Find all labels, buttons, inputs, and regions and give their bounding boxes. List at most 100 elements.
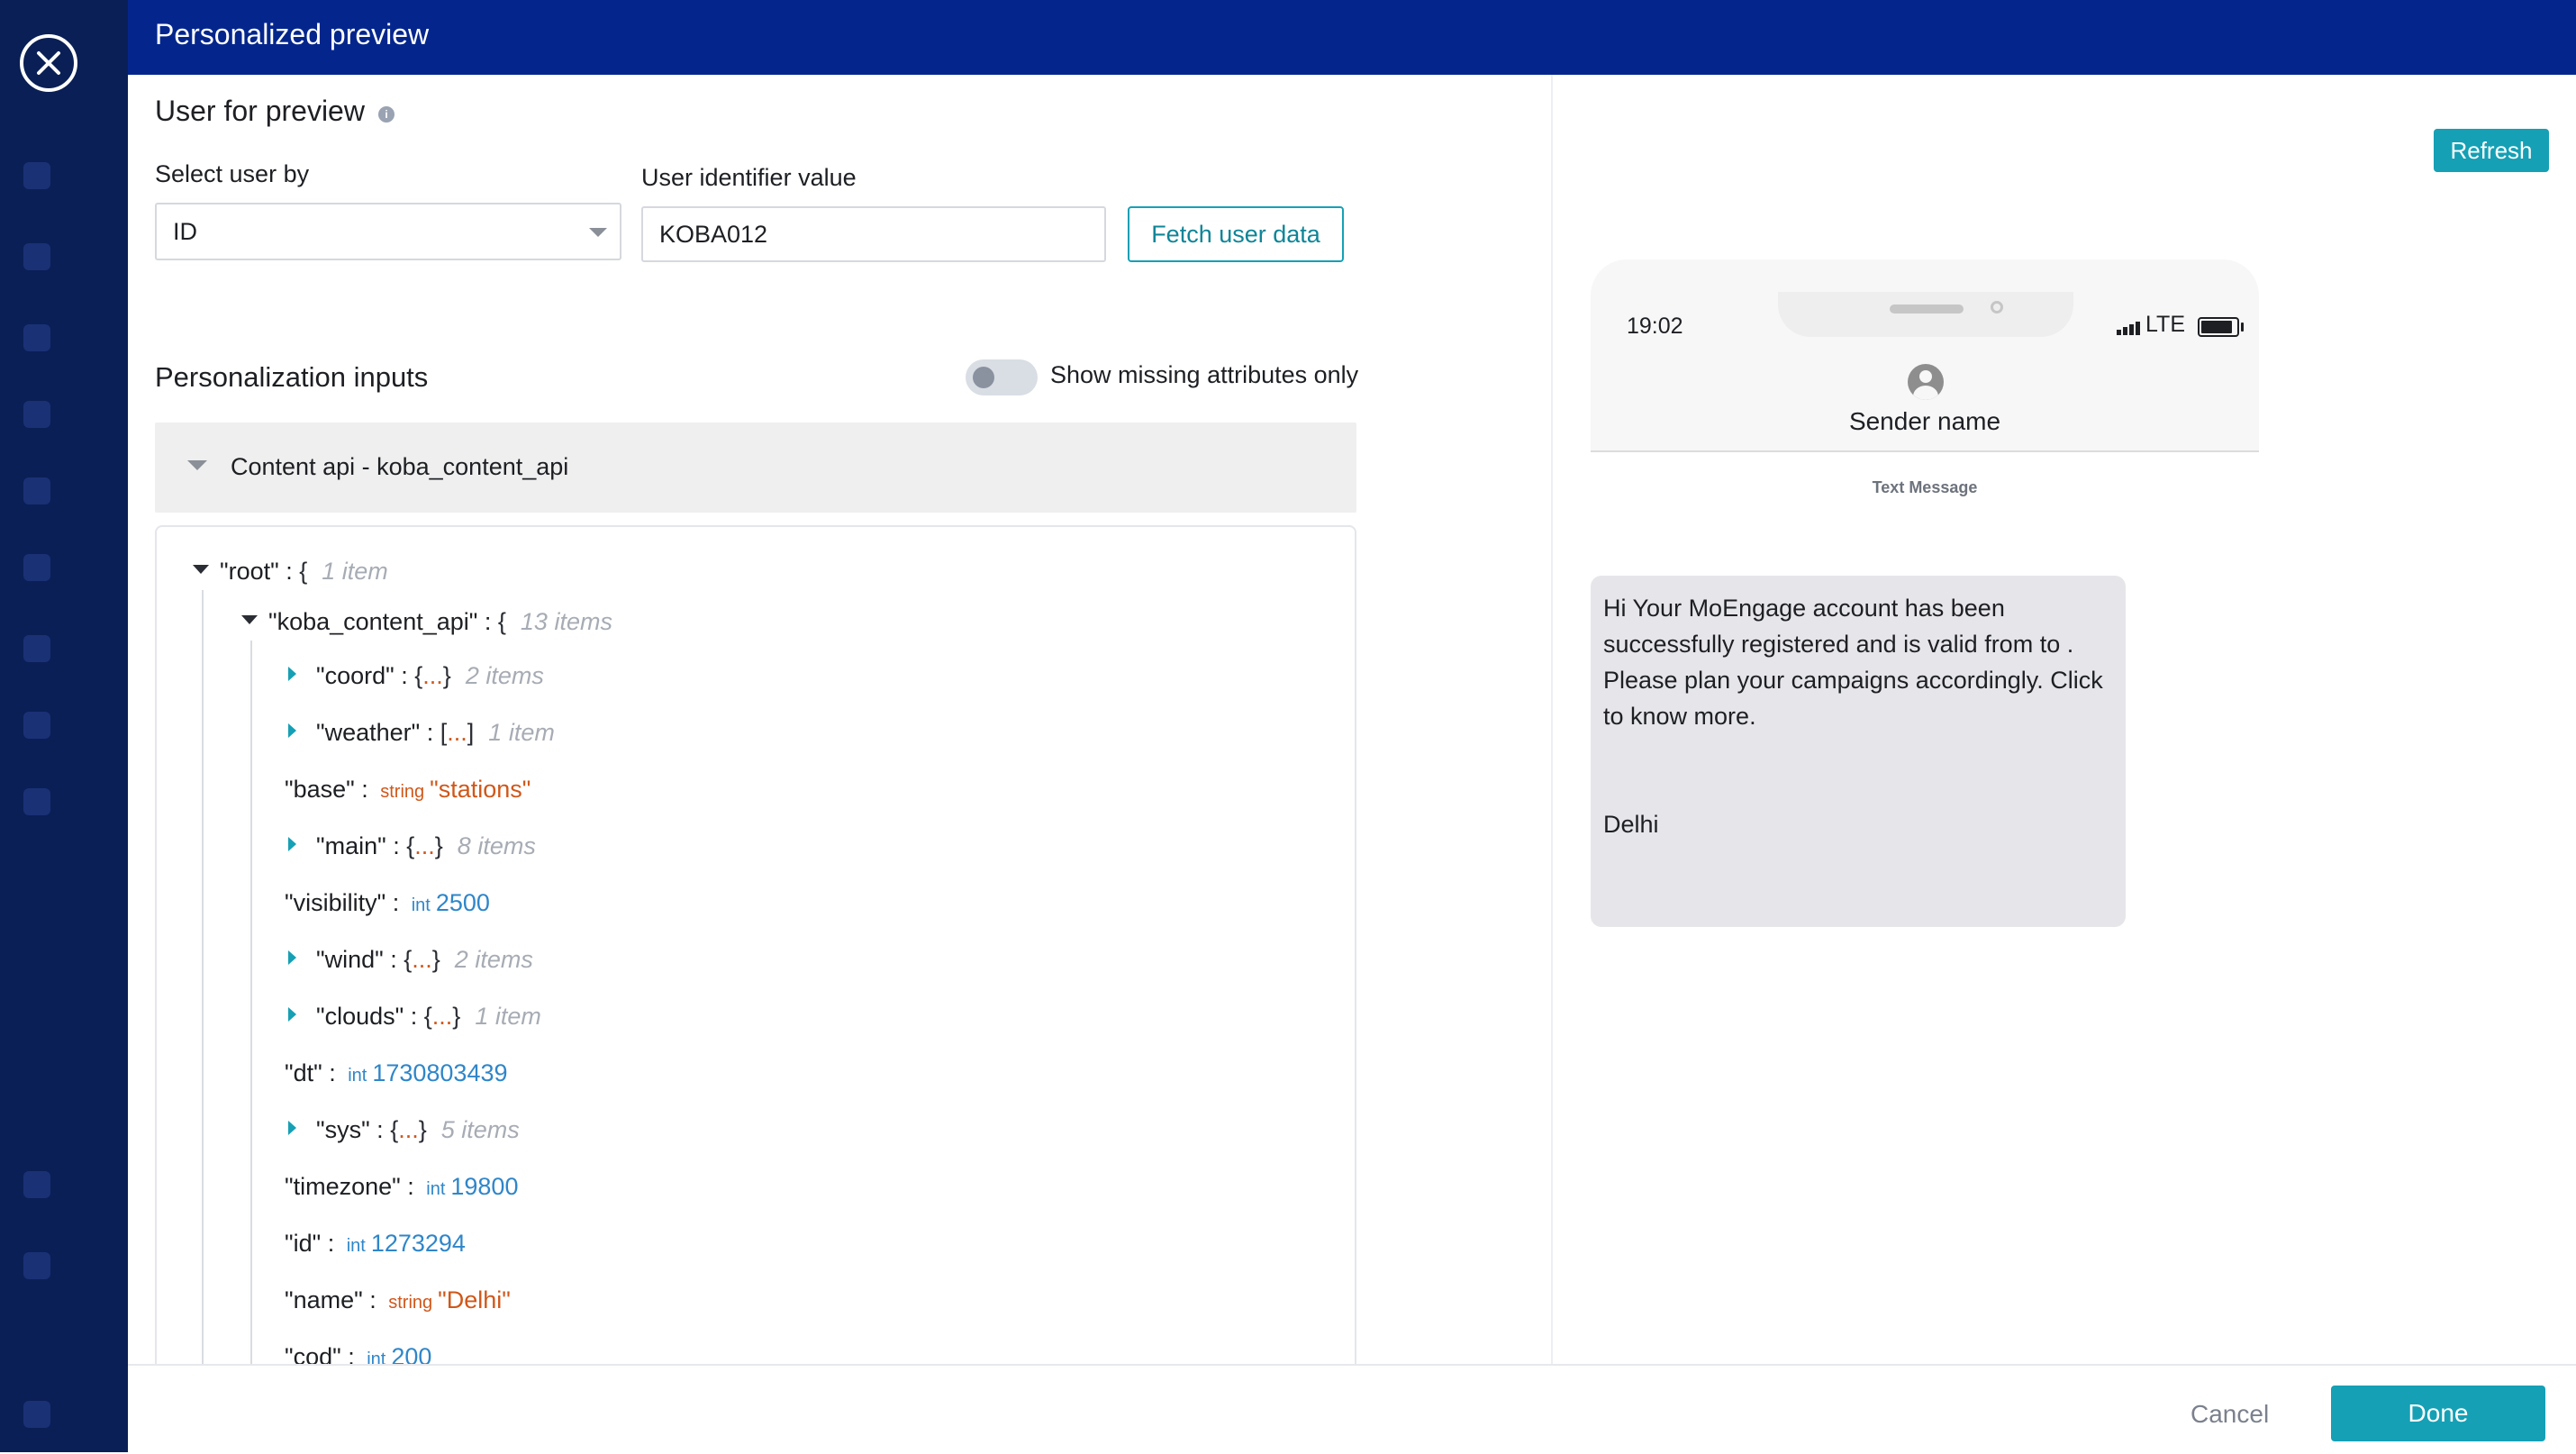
json-node-row: "name" : string "Delhi" (285, 1286, 511, 1313)
phone-mockup: 19:02 LTE Sender name (1591, 259, 2259, 452)
select-user-value: ID (173, 218, 197, 245)
json-node-row[interactable]: "coord" : {...} 2 items (288, 662, 544, 690)
caret-right-icon[interactable] (288, 950, 296, 965)
json-value: "stations" (430, 776, 531, 803)
json-node-row: "dt" : int 1730803439 (285, 1059, 508, 1086)
nav-icon (23, 324, 50, 351)
preview-pane: Refresh 19:02 LTE Sender name Text Messa… (1553, 75, 2576, 1365)
done-button[interactable]: Done (2331, 1386, 2545, 1441)
left-pane: User for preview i Select user by User i… (128, 75, 1551, 1365)
json-value: 1730803439 (372, 1059, 508, 1086)
json-key: "id" (285, 1230, 322, 1257)
nav-icon (23, 554, 50, 581)
message-text: Hi Your MoEngage account has been succes… (1603, 595, 2103, 838)
json-value: 1273294 (370, 1230, 466, 1257)
json-key: "wind" (316, 946, 384, 973)
caret-right-icon[interactable] (288, 836, 296, 851)
identifier-label: User identifier value (641, 164, 857, 191)
fetch-user-data-button[interactable]: Fetch user data (1128, 206, 1344, 262)
refresh-button[interactable]: Refresh (2434, 129, 2549, 172)
caret-down-icon[interactable] (241, 614, 258, 624)
show-missing-toggle[interactable] (966, 359, 1038, 395)
json-value: 19800 (450, 1173, 519, 1200)
caret-right-icon[interactable] (288, 722, 296, 738)
modal-title: Personalized preview (155, 18, 430, 50)
json-key: "timezone" (285, 1173, 401, 1200)
json-count: 5 items (440, 1116, 520, 1143)
json-count: 1 item (322, 558, 388, 585)
nav-icon (23, 162, 50, 189)
user-identifier-input[interactable] (641, 206, 1106, 262)
battery-icon (2198, 317, 2239, 337)
json-value: 2500 (435, 889, 490, 916)
json-node-row[interactable]: "main" : {...} 8 items (288, 832, 536, 860)
json-count: 2 items (454, 946, 533, 973)
nav-icon (23, 712, 50, 739)
nav-icon (23, 1171, 50, 1198)
network-label: LTE (2145, 312, 2185, 337)
avatar-icon (1908, 364, 1944, 400)
phone-time: 19:02 (1627, 314, 1683, 339)
nav-icon (23, 1401, 50, 1428)
json-node-row: "id" : int 1273294 (285, 1230, 466, 1257)
json-count: 1 item (475, 1003, 541, 1030)
camera-icon (1991, 301, 2003, 314)
sender-name: Sender name (1848, 407, 2001, 435)
json-api-row[interactable]: "koba_content_api" : {13 items (241, 608, 612, 636)
json-node-row: "base" : string "stations" (285, 776, 531, 803)
close-modal-button[interactable] (20, 34, 77, 92)
caret-down-icon[interactable] (193, 564, 209, 574)
message-type-label: Text Message (1872, 478, 1978, 496)
accordion-label: Content api - koba_content_api (231, 453, 569, 480)
json-key: "dt" (285, 1059, 322, 1086)
personalized-preview-modal: Personalized preview User for preview i … (128, 0, 2576, 1454)
battery-tip (2241, 323, 2244, 332)
json-type: int (348, 1066, 367, 1086)
json-tree-panel: "root" : {1 item "koba_content_api" : {1… (155, 525, 1356, 1365)
json-value: 200 (391, 1343, 432, 1365)
info-icon[interactable]: i (378, 106, 395, 123)
caret-right-icon[interactable] (288, 666, 296, 681)
json-root-row[interactable]: "root" : {1 item (193, 558, 388, 586)
chevron-down-icon (589, 228, 607, 237)
json-key: "main" (316, 832, 386, 859)
json-node-row[interactable]: "weather" : [...] 1 item (288, 719, 555, 747)
json-key: "coord" (316, 662, 395, 689)
toggle-knob (973, 367, 994, 388)
select-user-label: Select user by (155, 160, 310, 187)
modal-header: Personalized preview (128, 0, 2576, 75)
json-node-row[interactable]: "sys" : {...} 5 items (288, 1116, 520, 1144)
modal-footer: Cancel Done (128, 1364, 2576, 1454)
json-node-row[interactable]: "clouds" : {...} 1 item (288, 1003, 541, 1031)
json-count: 8 items (457, 832, 536, 859)
json-node-row: "visibility" : int 2500 (285, 889, 490, 916)
caret-right-icon[interactable] (288, 1006, 296, 1022)
tree-guide-line (250, 641, 252, 1365)
json-key: "base" (285, 776, 355, 803)
close-icon (37, 51, 60, 75)
json-type: int (411, 895, 431, 915)
json-type: int (346, 1236, 366, 1256)
nav-icon (23, 788, 50, 815)
json-node-row: "timezone" : int 19800 (285, 1173, 519, 1200)
json-key: "sys" (316, 1116, 370, 1143)
json-key: "weather" (316, 719, 421, 746)
json-count: 13 items (520, 608, 612, 635)
signal-icon (2117, 319, 2142, 335)
nav-icon (23, 635, 50, 662)
nav-icon (23, 243, 50, 270)
json-value: "Delhi" (438, 1286, 511, 1313)
json-key: "root" (220, 558, 279, 585)
show-missing-label: Show missing attributes only (1050, 361, 1359, 388)
cancel-button[interactable]: Cancel (2191, 1400, 2269, 1429)
content-api-accordion[interactable]: Content api - koba_content_api (155, 423, 1356, 513)
tree-guide-line (202, 590, 204, 1365)
json-type: string (380, 782, 425, 802)
json-key: "name" (285, 1286, 363, 1313)
json-key: "koba_content_api" (268, 608, 478, 635)
nav-icon (23, 401, 50, 428)
json-node-row[interactable]: "wind" : {...} 2 items (288, 946, 533, 974)
json-count: 1 item (488, 719, 555, 746)
select-user-dropdown[interactable]: ID (155, 203, 621, 260)
caret-right-icon[interactable] (288, 1120, 296, 1135)
